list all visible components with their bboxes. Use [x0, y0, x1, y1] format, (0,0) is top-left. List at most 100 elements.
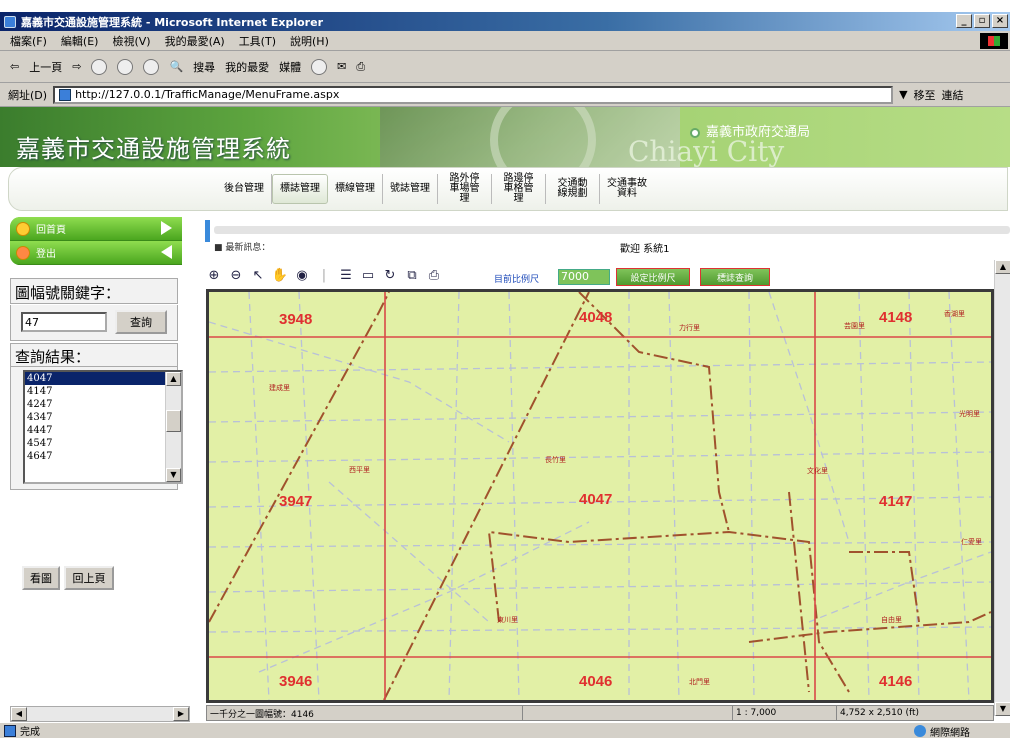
result-item[interactable]: 4347	[25, 411, 181, 424]
result-item[interactable]: 4447	[25, 424, 181, 437]
scale-display: 1 : 7,000	[733, 706, 837, 720]
menu-file[interactable]: 檔案(F)	[10, 33, 47, 49]
news-label: ■ 最新訊息：	[214, 243, 271, 253]
search-icon[interactable]: 🔍	[169, 60, 183, 73]
search-button[interactable]: 搜尋	[193, 59, 215, 75]
result-item[interactable]: 4547	[25, 437, 181, 450]
print-map-icon[interactable]: ⎙	[426, 267, 442, 283]
mail-icon[interactable]: ✉	[337, 60, 346, 73]
sheet-label: 3947	[279, 493, 312, 510]
site-header: 嘉義市交通設施管理系統 嘉義市政府交通局 Chiayi City	[0, 107, 1010, 167]
menu-help[interactable]: 說明(H)	[290, 33, 329, 49]
security-zone: 網際網路	[914, 724, 970, 738]
browser-status-bar: 完成 網際網路	[0, 722, 1010, 738]
map-view[interactable]: 3948 4048 4148 3947 4047 4147 3946 4046 …	[206, 289, 994, 703]
zoom-out-icon[interactable]: ⊖	[228, 267, 244, 283]
scroll-up-icon[interactable]: ▲	[995, 260, 1010, 274]
menu-edit[interactable]: 編輯(E)	[61, 33, 99, 49]
go-button[interactable]: 移至	[914, 87, 936, 103]
menu-tools[interactable]: 工具(T)	[239, 33, 276, 49]
map-vertical-scrollbar[interactable]: ▲ ▼	[994, 260, 1010, 716]
news-strip	[214, 226, 1010, 234]
nav-traffic-flow[interactable]: 交通動線規劃	[546, 174, 600, 204]
sign-query-button[interactable]: 標誌查詢	[700, 268, 770, 286]
back-page-button[interactable]: 回上頁	[64, 566, 114, 590]
sheet-label: 4047	[579, 491, 612, 508]
left-horizontal-scrollbar[interactable]: ◀ ▶	[10, 706, 190, 722]
nav-marking-management[interactable]: 標線管理	[328, 174, 383, 204]
place-label: 仁愛里	[961, 537, 982, 546]
pointer-icon[interactable]: ↖	[250, 267, 266, 283]
pan-hand-icon[interactable]: ✋	[272, 267, 288, 283]
map-toolbar: ⊕ ⊖ ↖ ✋ ◉ | ☰ ▭ ↻ ⧉ ⎙	[206, 265, 442, 285]
map-status-bar: 一千分之一圖幅號：4146 1 : 7,000 4,752 x 2,510 (f…	[206, 705, 994, 721]
nav-sign-management[interactable]: 標誌管理	[272, 174, 328, 204]
address-value: http://127.0.0.1/TrafficManage/MenuFrame…	[75, 88, 340, 101]
keyword-label: 圖幅號關鍵字：	[10, 278, 178, 304]
result-item[interactable]: 4247	[25, 398, 181, 411]
media-button[interactable]: 媒體	[279, 59, 301, 75]
news-label-text: 最新訊息：	[225, 243, 271, 253]
result-scrollbar[interactable]: ▲ ▼	[165, 372, 181, 482]
main-nav: 後台管理 標誌管理 標線管理 號誌管理 路外停車場管理 路邊停車格管理 交通動線…	[8, 167, 1008, 211]
extent-icon[interactable]: ▭	[360, 267, 376, 283]
result-item[interactable]: 4647	[25, 450, 181, 463]
close-button[interactable]: ×	[992, 14, 1008, 28]
home-link[interactable]: 回首頁	[10, 217, 182, 241]
zoom-in-icon[interactable]: ⊕	[206, 267, 222, 283]
home-icon	[16, 221, 30, 236]
go-arrow-icon[interactable]: ▼	[899, 88, 907, 101]
map-canvas[interactable]: 3948 4048 4148 3947 4047 4147 3946 4046 …	[209, 292, 991, 700]
result-item[interactable]: 4147	[25, 385, 181, 398]
place-label: 北門里	[689, 678, 710, 686]
place-label: 香湖里	[944, 309, 965, 318]
nav-roadside-parking[interactable]: 路邊停車格管理	[492, 174, 546, 204]
back-arrow-icon[interactable]: ⇦	[10, 60, 19, 73]
zone-text: 網際網路	[930, 727, 970, 738]
site-title: 嘉義市交通設施管理系統	[16, 135, 291, 163]
query-button[interactable]: 查詢	[115, 310, 167, 334]
stop-icon[interactable]	[91, 58, 108, 75]
result-list[interactable]: 4047 4147 4247 4347 4447 4547 4647 ▲ ▼	[23, 370, 183, 484]
copy-icon[interactable]: ⧉	[404, 267, 420, 283]
result-item[interactable]: 4047	[25, 372, 181, 385]
scale-input[interactable]: 7000	[558, 269, 610, 285]
refresh-map-icon[interactable]: ↻	[382, 267, 398, 283]
window-title: 嘉義市交通設施管理系統 - Microsoft Internet Explore…	[21, 15, 323, 29]
keyword-input[interactable]	[21, 312, 107, 332]
result-box: 4047 4147 4247 4347 4447 4547 4647 ▲ ▼	[10, 366, 183, 490]
scroll-right-icon[interactable]: ▶	[173, 707, 189, 721]
sheet-label: 4046	[579, 673, 612, 690]
nav-accident-data[interactable]: 交通事故資料	[600, 174, 654, 204]
view-map-button[interactable]: 看圖	[22, 566, 60, 590]
forward-arrow-icon[interactable]: ⇨	[72, 60, 81, 73]
logout-link[interactable]: 登出	[10, 241, 182, 265]
refresh-icon[interactable]	[117, 58, 134, 75]
nav-offstreet-parking[interactable]: 路外停車場管理	[438, 174, 492, 204]
print-icon[interactable]: ⎙	[356, 60, 365, 74]
scroll-left-icon[interactable]: ◀	[11, 707, 27, 721]
eye-icon[interactable]: ◉	[294, 267, 310, 283]
history-icon[interactable]	[311, 58, 328, 75]
menu-view[interactable]: 檢視(V)	[112, 33, 150, 49]
nav-admin[interactable]: 後台管理	[217, 174, 272, 204]
scroll-down-icon[interactable]: ▼	[166, 468, 181, 482]
address-input[interactable]: http://127.0.0.1/TrafficManage/MenuFrame…	[53, 85, 894, 104]
back-button[interactable]: 上一頁	[29, 59, 62, 75]
scroll-up-icon[interactable]: ▲	[166, 372, 181, 386]
sheet-label: 3948	[279, 311, 312, 328]
links-button[interactable]: 連結	[942, 87, 964, 103]
place-label: 東川里	[497, 615, 518, 624]
menu-favorites[interactable]: 我的最愛(A)	[165, 33, 225, 49]
nav-signal-management[interactable]: 號誌管理	[383, 174, 438, 204]
scroll-thumb[interactable]	[166, 410, 181, 432]
maximize-button[interactable]: ▫	[974, 14, 990, 28]
set-scale-button[interactable]: 設定比例尺	[616, 268, 690, 286]
minimize-button[interactable]: _	[956, 14, 972, 28]
scroll-down-icon[interactable]: ▼	[995, 702, 1010, 716]
favorites-button[interactable]: 我的最愛	[225, 59, 269, 75]
place-label: 建成里	[269, 383, 290, 392]
arrow-left-icon	[161, 245, 172, 259]
home-icon[interactable]	[143, 58, 160, 75]
legend-icon[interactable]: ☰	[338, 267, 354, 283]
